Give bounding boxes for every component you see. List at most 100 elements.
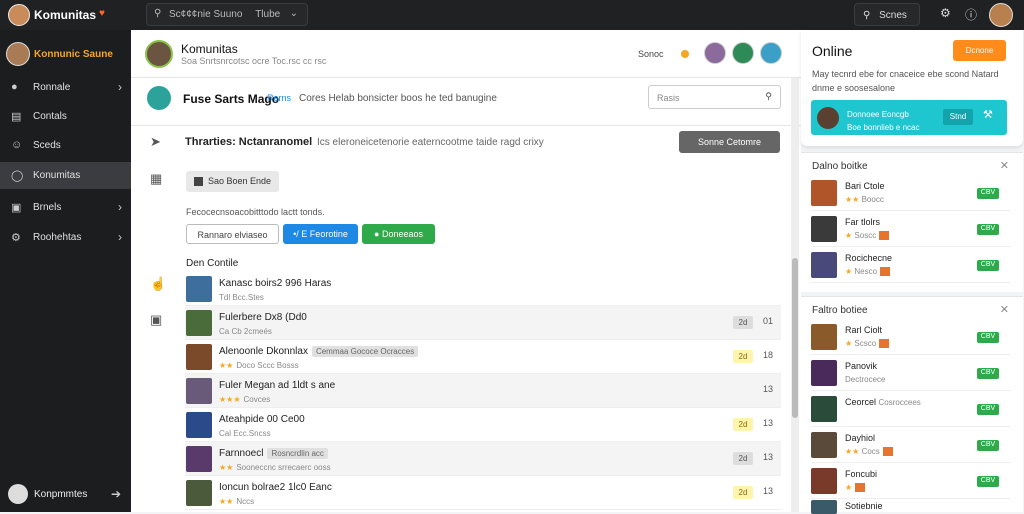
star-icon: ★★★ bbox=[219, 395, 241, 404]
list-item[interactable]: Ioncun bolrae2 1lc0 Eanc ★★ Nccs 2d 13 bbox=[185, 476, 781, 510]
avatar[interactable] bbox=[147, 86, 171, 110]
sidebar-header[interactable]: Konnunic Saune bbox=[6, 42, 124, 68]
chevron-right-icon: › bbox=[118, 230, 122, 244]
sidebar-item-roohehtas[interactable]: ⚙ Roohehtas › bbox=[0, 224, 131, 251]
member-avatar[interactable] bbox=[732, 42, 754, 64]
sidebar-item-konumitas[interactable]: ◯ Konumitas bbox=[0, 162, 131, 189]
content-area: ➤ ▦ ☝ ▣ Thrarties: Nctanranomel Ics eler… bbox=[131, 126, 801, 512]
star-icon: ★★ bbox=[219, 497, 234, 506]
avatar bbox=[811, 468, 837, 494]
share-icon[interactable]: ⚒ bbox=[983, 108, 993, 121]
filter-chip[interactable]: Sao Boen Ende bbox=[186, 171, 279, 192]
list-item[interactable]: Sotiebnie bbox=[811, 495, 1011, 514]
card-button[interactable]: Stnd bbox=[943, 109, 973, 125]
page-title: Komunitas bbox=[181, 42, 238, 56]
settings-icon[interactable]: ⚙ bbox=[940, 6, 951, 20]
top-bar: Komunitas ♥ ⚲ Sc¢¢¢nie Suuno Tlube ⌄ ⚲ S… bbox=[0, 0, 1024, 30]
primary-button[interactable]: •/ E Feorotine bbox=[283, 224, 358, 244]
scrollbar[interactable] bbox=[791, 78, 799, 512]
list-item[interactable]: Panovik Dectrocece CBV bbox=[811, 355, 1011, 391]
community-avatar[interactable] bbox=[145, 40, 173, 68]
close-icon[interactable]: ✕ bbox=[1000, 159, 1009, 172]
folder-icon: ▣ bbox=[11, 202, 22, 214]
search-scope: Tlube bbox=[255, 9, 281, 20]
status-badge: CBV bbox=[977, 440, 999, 451]
list-item[interactable]: Ceorcel Cosroccees CBV bbox=[811, 391, 1011, 427]
sidebar-item-ronnale[interactable]: ● Ronnale › bbox=[0, 74, 131, 101]
list-item[interactable]: Rocichecne ★ Nesco CBV bbox=[811, 247, 1011, 283]
thumbnail bbox=[186, 378, 212, 404]
sidebar-item-brnels[interactable]: ▣ Brnels › bbox=[0, 194, 131, 221]
list-item[interactable]: Farnnoecl Rosncrdlin acc ★★ Sooneccnc srre… bbox=[185, 442, 781, 476]
chevron-down-icon[interactable]: ⌄ bbox=[290, 8, 298, 19]
scrollbar-thumb[interactable] bbox=[792, 258, 798, 418]
user-avatar[interactable] bbox=[989, 3, 1013, 27]
status-dot bbox=[681, 50, 689, 58]
star-icon: ★★ bbox=[845, 195, 860, 204]
heart-icon: ♥ bbox=[99, 8, 105, 19]
reply-count: 18 bbox=[763, 350, 774, 360]
list-item[interactable]: Fulerbere Dx8 (Dd0 Ca Cb 2cmeés 2d 01 bbox=[185, 306, 781, 340]
featured-card[interactable]: Donnoee Eoncgb Boe bonnlieb e ncac Stnd ⚒ bbox=[811, 100, 1007, 135]
community-header: Komunitas Soa Snrtsnrcotsc ocre Toc.rsc … bbox=[131, 30, 801, 78]
success-button[interactable]: ● Doneeaos bbox=[362, 224, 435, 244]
list-item[interactable]: Kanasc boirs2 996 Haras Tdl Bcc.Stes bbox=[185, 272, 781, 306]
page-subtitle: Soa Snrtsnrcotsc ocre Toc.rsc cc rsc bbox=[181, 56, 327, 66]
list-item[interactable]: Fuler Megan ad 1ldt s ane ★★★ Covces 13 bbox=[185, 374, 781, 408]
question-button[interactable]: Sonne Cetomre bbox=[679, 131, 780, 153]
status-badge: CBV bbox=[977, 332, 999, 343]
box-icon bbox=[882, 447, 893, 457]
list-item[interactable]: Bari Ctole ★★ Boocc CBV bbox=[811, 175, 1011, 211]
sidebar-item-sceds[interactable]: ☺ Sceds bbox=[0, 132, 131, 159]
list-item[interactable]: Alenoonle Dkonnlax Cemmaa Gococe Ocracces… bbox=[185, 340, 781, 374]
member-avatar[interactable] bbox=[704, 42, 726, 64]
post-title: Fuse Sarts Mago bbox=[183, 92, 280, 106]
section-title: Dalno boitke bbox=[812, 161, 868, 172]
count-badge: 2d bbox=[733, 486, 753, 499]
sidebar-item-contals[interactable]: ▤ Contals bbox=[0, 103, 131, 130]
search-input[interactable]: ⚲ Sc¢¢¢nie Suuno Tlube ⌄ bbox=[146, 3, 308, 26]
item-tag: Cemmaa Gococe Ocracces bbox=[311, 346, 419, 357]
list-item[interactable]: Rarl Ciolt ★ Scsco CBV bbox=[811, 319, 1011, 355]
circle-icon: ● bbox=[374, 229, 380, 239]
chevron-right-icon: › bbox=[118, 200, 122, 214]
main-panel: Komunitas Soa Snrtsnrcotsc ocre Toc.rsc … bbox=[131, 30, 801, 512]
help-icon[interactable]: ⓘ bbox=[965, 6, 977, 23]
post-search-input[interactable]: Rasis ⚲ bbox=[648, 85, 781, 109]
count-badge: 2d bbox=[733, 350, 753, 363]
post-description: Cores Helab bonsicter boos he ted banugi… bbox=[299, 93, 497, 104]
list-item[interactable]: Far tlolrs ★ Soscc CBV bbox=[811, 211, 1011, 247]
app-avatar[interactable] bbox=[8, 4, 30, 26]
close-icon[interactable]: ✕ bbox=[1000, 303, 1009, 316]
star-icon: ★ bbox=[845, 231, 853, 240]
search-icon: ⚲ bbox=[863, 10, 871, 21]
list-item[interactable]: Foncubi ★ CBV bbox=[811, 463, 1011, 499]
avatar bbox=[817, 107, 839, 129]
search-button[interactable]: ⚲ Scnes bbox=[854, 3, 920, 26]
sidebar-user[interactable]: Konpmmtes ➔ bbox=[8, 484, 123, 506]
logout-icon[interactable]: ➔ bbox=[111, 487, 121, 501]
post-tag[interactable]: Rerns bbox=[267, 93, 291, 103]
online-button[interactable]: Dcnone bbox=[953, 40, 1006, 61]
list-item[interactable]: Ateahpide 00 Ce00 Cal Ecc.Sncss 2d 13 bbox=[185, 408, 781, 442]
like-icon: ☝ bbox=[150, 276, 167, 291]
list-item[interactable]: Dayhiol ★★ Cocs CBV bbox=[811, 427, 1011, 463]
reply-count: 13 bbox=[763, 452, 774, 462]
count-badge: 2d bbox=[733, 418, 753, 431]
avatar bbox=[811, 396, 837, 422]
star-icon: ★★ bbox=[219, 463, 234, 472]
question-title: Thrarties: Nctanranomel bbox=[185, 136, 313, 148]
avatar bbox=[811, 360, 837, 386]
member-avatar[interactable] bbox=[760, 42, 782, 64]
count-badge: 2d bbox=[733, 452, 753, 465]
app-title: Komunitas bbox=[34, 8, 97, 22]
outline-button[interactable]: Rannaro elviaseo bbox=[186, 224, 279, 244]
status-badge: CBV bbox=[977, 224, 999, 235]
circle-icon: ● bbox=[11, 81, 18, 93]
avatar bbox=[811, 216, 837, 242]
thumbnail bbox=[186, 446, 212, 472]
online-title: Online bbox=[812, 43, 853, 59]
section-dalno: Dalno boitke ✕ Bari Ctole ★★ Boocc CBV F… bbox=[801, 152, 1023, 292]
checkbox-icon[interactable]: ▣ bbox=[150, 312, 162, 328]
item-tag: Rosncrdlin acc bbox=[267, 448, 328, 459]
